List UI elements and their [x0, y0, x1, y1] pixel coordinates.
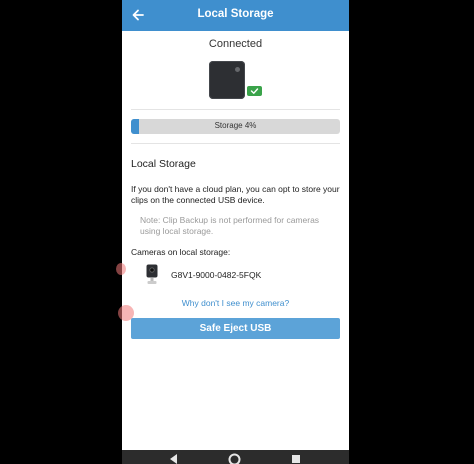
nav-recents-icon[interactable]	[292, 455, 300, 463]
clip-backup-note: Note: Clip Backup is not performed for c…	[140, 215, 320, 236]
section-heading: Local Storage	[131, 158, 196, 170]
local-storage-description: If you don't have a cloud plan, you can …	[131, 184, 340, 205]
check-icon	[247, 86, 262, 96]
cameras-heading: Cameras on local storage:	[131, 247, 231, 257]
safe-eject-usb-button[interactable]: Safe Eject USB	[131, 318, 340, 339]
camera-icon	[146, 264, 158, 284]
touch-indicator	[118, 305, 134, 321]
usb-base-station-icon	[209, 61, 245, 99]
system-navigation-bar	[122, 450, 349, 464]
divider	[131, 109, 340, 110]
camera-id: G8V1-9000-0482-5FQK	[171, 270, 262, 280]
connection-status: Connected	[208, 38, 263, 50]
nav-home-icon[interactable]	[228, 453, 241, 464]
touch-indicator	[116, 263, 126, 275]
divider	[131, 143, 340, 144]
storage-label: Storage 4%	[214, 121, 257, 130]
app-bar: Local Storage	[122, 0, 349, 31]
storage-progress-bar: Storage 4%	[131, 119, 340, 134]
camera-list-item: G8V1-9000-0482-5FQK	[131, 262, 340, 286]
missing-camera-help-link[interactable]: Why don't I see my camera?	[122, 298, 349, 308]
page-title: Local Storage	[197, 8, 274, 20]
phone-screen: Local Storage Connected Storage 4% Local…	[122, 0, 349, 464]
device-led	[235, 67, 240, 72]
nav-back-icon[interactable]	[170, 454, 178, 464]
